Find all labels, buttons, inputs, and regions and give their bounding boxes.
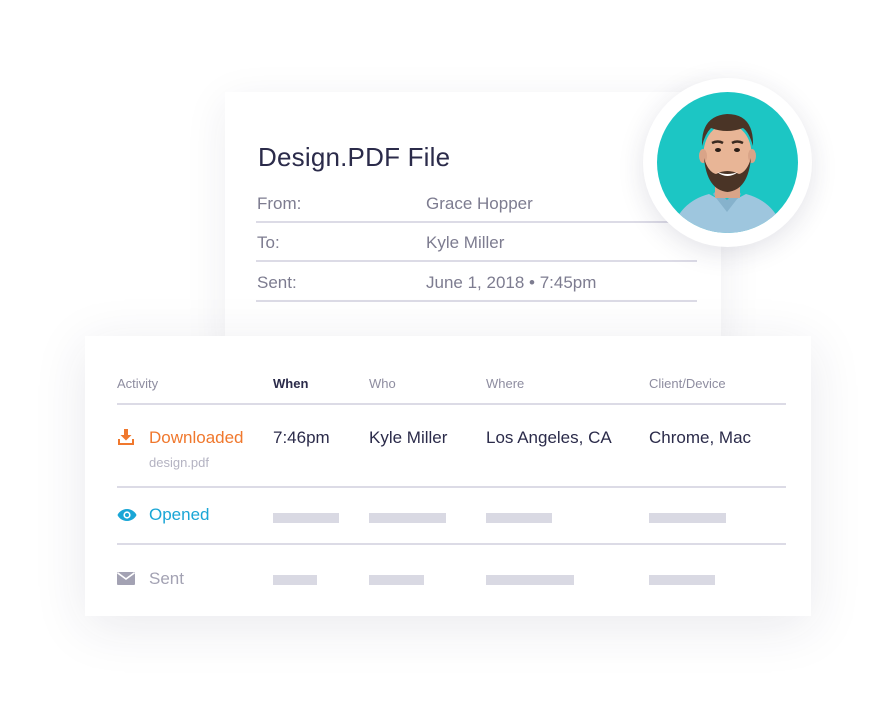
- header-client-device[interactable]: Client/Device: [649, 376, 726, 391]
- download-icon: [118, 429, 134, 445]
- activity-label: Sent: [149, 569, 184, 588]
- placeholder-bar: [649, 513, 726, 523]
- row-divider: [117, 486, 786, 488]
- eye-icon: [117, 509, 137, 521]
- email-title: Design.PDF File: [258, 142, 451, 172]
- sent-label: Sent:: [257, 273, 297, 292]
- to-value: Kyle Miller: [426, 233, 505, 252]
- from-label: From:: [257, 194, 302, 213]
- cell-device: Chrome, Mac: [649, 428, 752, 447]
- activity-table: Activity When Who Where Client/Device Do…: [85, 336, 811, 616]
- cell-who: Kyle Miller: [369, 428, 448, 447]
- header-when[interactable]: When: [273, 376, 308, 391]
- sent-row: Sent: June 1, 2018 • 7:45pm: [256, 263, 697, 302]
- from-value: Grace Hopper: [426, 194, 533, 213]
- email-details-card: Design.PDF File From: Grace Hopper To: K…: [225, 92, 721, 354]
- placeholder-bar: [273, 513, 339, 523]
- file-name: design.pdf: [149, 455, 209, 470]
- cell-where: Los Angeles, CA: [486, 428, 612, 447]
- to-row: To: Kyle Miller: [256, 223, 697, 262]
- placeholder-bar: [486, 575, 574, 585]
- sent-value: June 1, 2018 • 7:45pm: [426, 273, 597, 292]
- to-label: To:: [257, 233, 280, 252]
- activity-label: Downloaded: [149, 428, 244, 447]
- row-divider: [117, 543, 786, 545]
- from-row: From: Grace Hopper: [256, 184, 697, 223]
- header-who[interactable]: Who: [369, 376, 396, 391]
- activity-label: Opened: [149, 505, 210, 524]
- avatar: [643, 78, 812, 247]
- placeholder-bar: [369, 575, 424, 585]
- placeholder-bar: [273, 575, 317, 585]
- header-divider: [117, 403, 786, 405]
- header-activity: Activity: [117, 376, 159, 391]
- placeholder-bar: [486, 513, 552, 523]
- placeholder-bar: [649, 575, 715, 585]
- placeholder-bar: [369, 513, 446, 523]
- cell-when: 7:46pm: [273, 428, 330, 447]
- envelope-icon: [117, 572, 135, 585]
- header-where[interactable]: Where: [486, 376, 524, 391]
- avatar-photo: [657, 92, 798, 233]
